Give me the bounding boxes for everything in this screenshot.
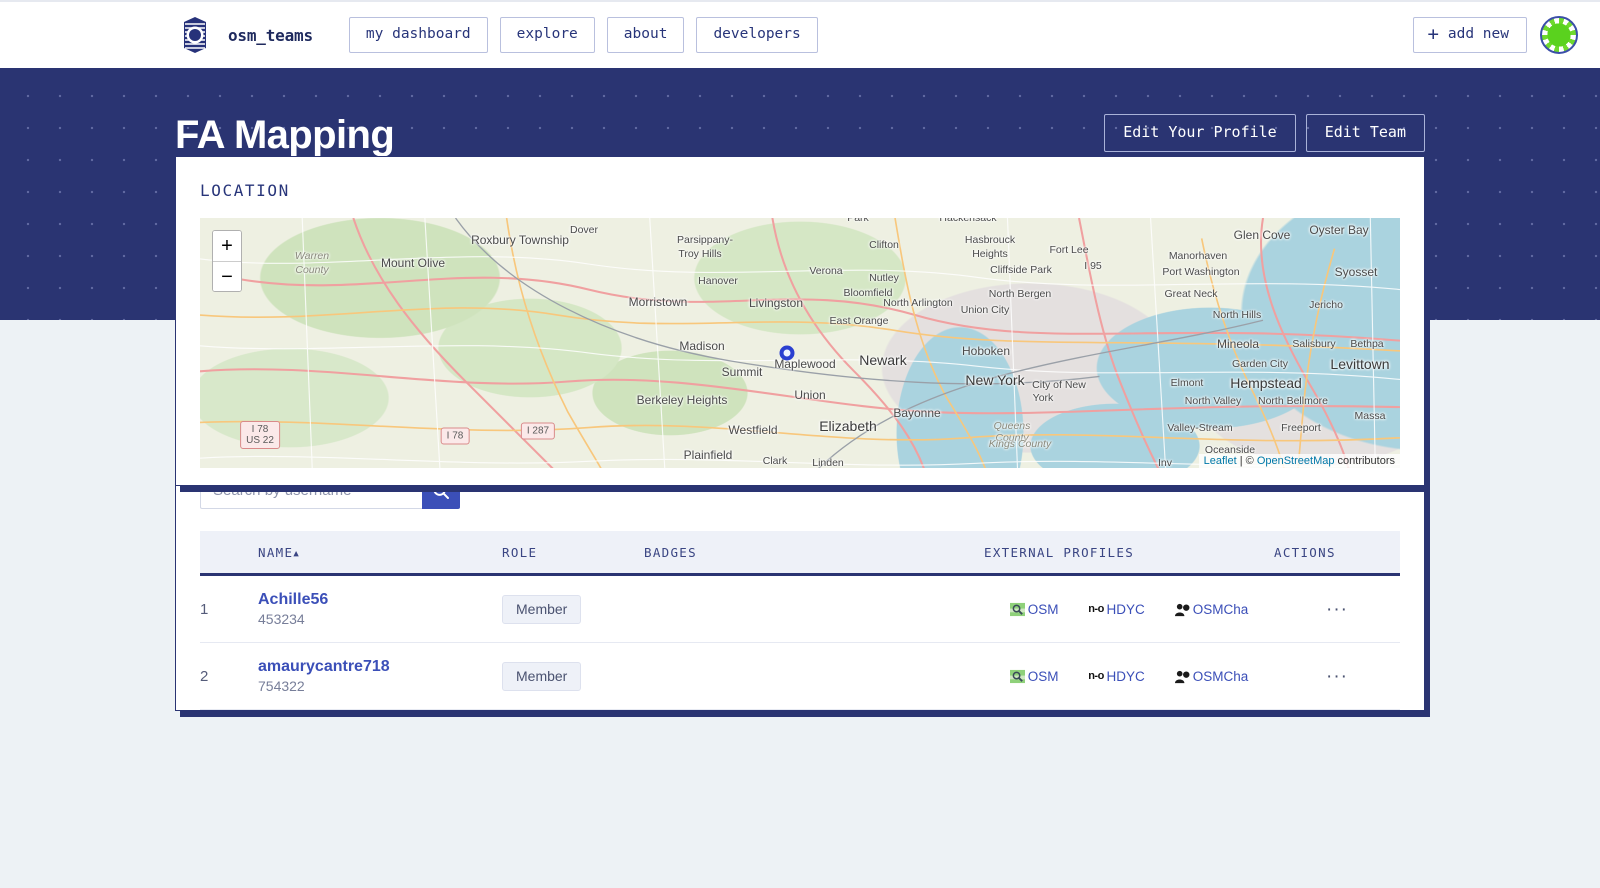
member-name-cell: amaurycantre718 754322 [258,642,502,710]
member-name-cell: Achille56 453234 [258,574,502,643]
member-role-cell: Member [502,642,644,710]
hdyc-icon: n-o [1088,670,1104,682]
nav-item-developers[interactable]: developers [696,17,818,53]
osmcha-icon [1174,602,1190,617]
edit-your-profile-button[interactable]: Edit Your Profile [1104,114,1296,152]
member-badges-cell [644,642,984,710]
nav-right-group: + add new [1413,16,1578,54]
page-title: FA Mapping [175,113,395,157]
role-badge: Member [502,661,582,691]
external-profile-link-osm[interactable]: OSM [1009,601,1059,617]
member-user-id: 754322 [258,678,305,694]
brand-name: osm_teams [228,25,313,45]
sort-ascending-icon: ▲ [293,549,299,559]
hdyc-icon: n-o [1088,603,1104,615]
row-index: 1 [200,574,258,643]
column-name[interactable]: NAME▲ [258,531,502,576]
external-profile-label: HDYC [1106,668,1145,684]
add-new-button[interactable]: + add new [1413,16,1527,54]
table-header-row: NAME▲ ROLE BADGES EXTERNAL PROFILES ACTI… [200,531,1400,576]
map-pin-marker-icon [779,345,795,361]
external-profile-link-hdyc[interactable]: n-o HDYC [1088,668,1145,684]
external-profile-link-osmcha[interactable]: OSMCha [1174,668,1249,684]
external-profile-links: OSM n-o HDYC OSMCha [984,669,1274,684]
nav-item-about[interactable]: about [606,17,685,53]
more-options-icon[interactable]: ··· [1318,665,1356,688]
member-external-profiles-cell: OSM n-o HDYC OSMCha [984,642,1274,710]
member-username-link[interactable]: Achille56 [258,591,502,609]
table-body: 1 Achille56 453234 Member OSM n-o HDYC OSMCha ··… [200,574,1400,710]
attribution-separator: | © [1236,455,1257,467]
external-profile-link-hdyc[interactable]: n-o HDYC [1088,601,1145,617]
column-actions: ACTIONS [1274,531,1400,576]
column-name-label: NAME [258,545,294,560]
user-avatar-icon[interactable] [1540,16,1578,54]
external-profile-links: OSM n-o HDYC OSMCha [984,602,1274,617]
column-role[interactable]: ROLE [502,531,644,576]
member-actions-cell: ··· [1274,574,1400,643]
more-options-icon[interactable]: ··· [1318,598,1356,621]
member-username-link[interactable]: amaurycantre718 [258,658,502,676]
external-profile-label: OSM [1027,601,1059,617]
external-profile-link-osmcha[interactable]: OSMCha [1174,601,1249,617]
map-roads [200,218,1400,468]
plus-icon: + [1427,22,1439,45]
osm-teams-logo-icon [175,15,215,55]
table-row[interactable]: 1 Achille56 453234 Member OSM n-o HDYC OSMCha ··… [200,574,1400,643]
location-card: LOCATION Roxbury Township Dover Mount Ol… [175,156,1425,486]
location-map[interactable]: Roxbury Township Dover Mount Olive Warren Co… [200,218,1400,468]
edit-team-button[interactable]: Edit Team [1305,114,1425,152]
main-content: LOCATION Roxbury Township Dover Mount Ol… [0,156,1600,711]
map-zoom-controls: + − [212,230,242,292]
table-row[interactable]: 2 amaurycantre718 754322 Member OSM n-o HDYC OS… [200,642,1400,710]
column-index [200,531,258,576]
role-badge: Member [502,594,582,624]
osm-magnifier-icon [1009,602,1025,617]
external-profile-label: HDYC [1106,601,1145,617]
nav-links: my dashboard explore about developers [348,17,818,53]
openstreetmap-link[interactable]: OpenStreetMap [1257,455,1335,467]
row-index: 2 [200,642,258,710]
osm-magnifier-icon [1009,669,1025,684]
map-zoom-in-button[interactable]: + [213,231,241,261]
member-actions-cell: ··· [1274,642,1400,710]
team-members-table: NAME▲ ROLE BADGES EXTERNAL PROFILES ACTI… [200,531,1400,710]
osmcha-icon [1174,669,1190,684]
nav-item-explore[interactable]: explore [499,17,595,53]
external-profile-label: OSMCha [1192,601,1249,617]
column-external-profiles: EXTERNAL PROFILES [984,531,1274,576]
external-profile-label: OSMCha [1192,668,1249,684]
table-header: NAME▲ ROLE BADGES EXTERNAL PROFILES ACTI… [200,531,1400,576]
add-new-label: add new [1447,26,1509,43]
brand[interactable]: osm_teams [175,15,313,55]
member-user-id: 453234 [258,611,305,627]
column-badges[interactable]: BADGES [644,531,984,576]
member-external-profiles-cell: OSM n-o HDYC OSMCha [984,574,1274,643]
map-attribution: Leaflet | © OpenStreetMap contributors [1198,454,1400,468]
nav-item-my-dashboard[interactable]: my dashboard [348,17,488,53]
member-role-cell: Member [502,574,644,643]
member-badges-cell [644,574,984,643]
external-profile-link-osm[interactable]: OSM [1009,668,1059,684]
leaflet-link[interactable]: Leaflet [1204,455,1237,467]
location-card-title: LOCATION [200,181,290,200]
external-profile-label: OSM [1027,668,1059,684]
attribution-suffix: contributors [1334,455,1395,467]
top-navigation-bar: osm_teams my dashboard explore about dev… [0,0,1600,68]
map-zoom-out-button[interactable]: − [213,261,241,291]
